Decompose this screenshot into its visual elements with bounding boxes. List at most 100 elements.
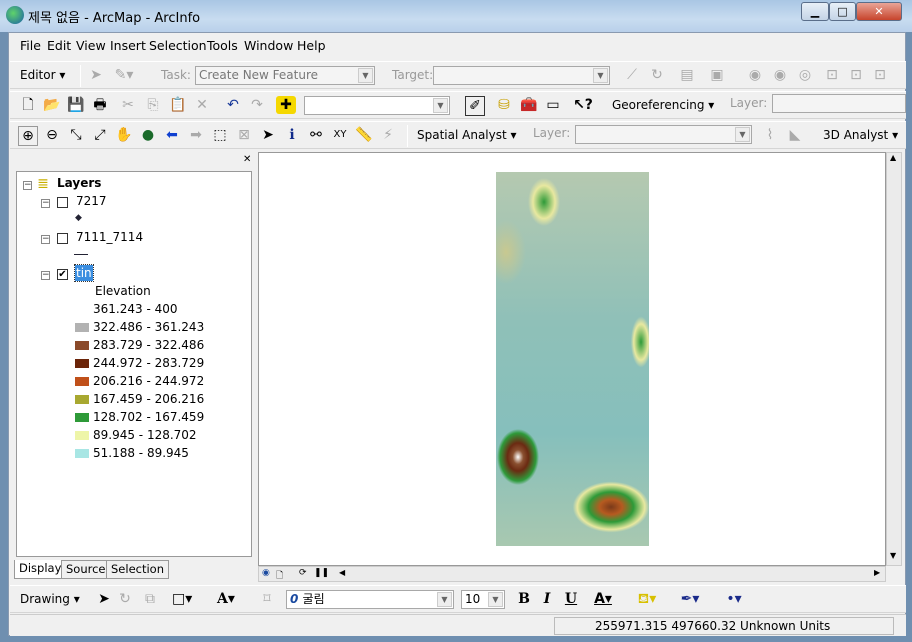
menu-tools[interactable]: Tools	[207, 38, 238, 53]
fill-color-icon[interactable]: ⛾▾	[637, 590, 657, 608]
select-features-icon[interactable]: ⬚	[210, 126, 230, 144]
print-icon[interactable]: 🖶	[90, 96, 110, 114]
map-view[interactable]	[258, 152, 886, 566]
legend-swatch[interactable]	[75, 341, 89, 350]
open-icon[interactable]: 📂	[42, 96, 62, 114]
topology-icon-1[interactable]: ◉	[745, 66, 765, 84]
scroll-left-icon[interactable]: ◀	[339, 568, 345, 577]
editor-toolbar-toggle-icon[interactable]: ✐	[465, 96, 485, 116]
extent-icon-3[interactable]: ⊡	[870, 66, 890, 84]
zoom-in-icon[interactable]: ⊕	[18, 126, 38, 146]
topology-icon-2[interactable]: ◉	[770, 66, 790, 84]
tab-display[interactable]: Display	[14, 560, 67, 579]
go-to-xy-icon[interactable]: XY	[330, 126, 350, 144]
undo-icon[interactable]: ↶	[223, 96, 243, 114]
maximize-button[interactable]: □	[829, 2, 856, 21]
measure-icon[interactable]: 📏	[354, 126, 374, 144]
pan-hand-icon[interactable]: ✋	[114, 126, 134, 144]
horizontal-scrollbar[interactable]: ◉ 🗋 ⟳ ❚❚ ◀ ▶	[258, 566, 886, 582]
paste-icon[interactable]: 📋	[168, 96, 188, 114]
layer-7111-7114[interactable]: 7111_7114	[76, 229, 143, 245]
identify-icon[interactable]: ℹ	[282, 126, 302, 144]
layer-tin[interactable]: tin	[74, 264, 94, 282]
command-line-icon[interactable]: ▭	[543, 96, 563, 114]
back-arrow-icon[interactable]: ⬅	[162, 126, 182, 144]
clear-selection-icon[interactable]: ⊠	[234, 126, 254, 144]
layout-view-icon[interactable]: 🗋	[276, 568, 283, 584]
whats-this-help-icon[interactable]: ↖?	[573, 96, 593, 114]
split-tool-icon[interactable]: ⟋	[622, 66, 642, 84]
editor-menu-button[interactable]: Editor ▾	[20, 66, 65, 84]
italic-button[interactable]: I	[537, 590, 557, 608]
toc-close-icon[interactable]: ✕	[243, 154, 251, 165]
delete-icon[interactable]: ✕	[192, 96, 212, 114]
spatial-layer-dropdown[interactable]: ▼	[575, 125, 752, 144]
legend-swatch[interactable]	[75, 359, 89, 368]
layer-7217[interactable]: 7217	[76, 193, 107, 209]
legend-swatch[interactable]	[75, 413, 89, 422]
legend-swatch[interactable]	[75, 449, 89, 458]
refresh-icon[interactable]: ⟳	[299, 568, 307, 578]
arctoolbox-icon[interactable]: 🧰	[519, 96, 539, 114]
find-binoculars-icon[interactable]: ⚯	[306, 126, 326, 144]
zoom-to-selected-icon[interactable]: ⧉	[140, 590, 160, 608]
pause-drawing-icon[interactable]: ❚❚	[314, 568, 329, 578]
copy-icon[interactable]: ⎘	[143, 96, 163, 114]
add-data-icon[interactable]: ✚	[276, 96, 296, 114]
underline-button[interactable]: U	[561, 590, 581, 608]
layer-checkbox-7217[interactable]	[57, 197, 68, 208]
bold-button[interactable]: B	[514, 590, 534, 608]
topology-icon-3[interactable]: ◎	[795, 66, 815, 84]
save-icon[interactable]: 💾	[66, 96, 86, 114]
histogram-icon[interactable]: ◣	[785, 126, 805, 144]
line-color-icon[interactable]: ✒▾	[680, 590, 700, 608]
3d-analyst-menu[interactable]: 3D Analyst ▾	[823, 126, 898, 144]
task-dropdown[interactable]: Create New Feature ▼	[195, 66, 375, 85]
drawing-menu[interactable]: Drawing ▾	[20, 590, 80, 608]
layer-checkbox-7111-7114[interactable]	[57, 233, 68, 244]
rectangle-tool-icon[interactable]: □▾	[172, 590, 192, 608]
extent-icon-1[interactable]: ⊡	[822, 66, 842, 84]
sketch-properties-icon[interactable]: ▣	[707, 66, 727, 84]
menu-view[interactable]: View	[76, 38, 106, 53]
attributes-icon[interactable]: ▤	[677, 66, 697, 84]
select-elements-arrow-icon[interactable]: ➤	[258, 126, 278, 144]
edit-vertices-icon[interactable]: ⌑	[257, 590, 277, 608]
legend-swatch[interactable]	[75, 431, 89, 440]
zoom-out-icon[interactable]: ⊖	[42, 126, 62, 144]
tab-selection[interactable]: Selection	[106, 560, 169, 579]
extent-icon-2[interactable]: ⊡	[846, 66, 866, 84]
map-scale-dropdown[interactable]: ▼	[304, 96, 450, 115]
menu-edit[interactable]: Edit	[47, 38, 71, 53]
georeferencing-menu[interactable]: Georeferencing ▾	[612, 96, 714, 114]
select-elements-icon[interactable]: ➤	[94, 590, 114, 608]
menu-file[interactable]: File	[20, 38, 41, 53]
menu-help[interactable]: Help	[297, 38, 326, 53]
data-view-icon[interactable]: ◉	[262, 568, 270, 578]
hyperlink-lightning-icon[interactable]: ⚡	[378, 126, 398, 144]
font-color-icon[interactable]: A▾	[593, 590, 613, 608]
tab-source[interactable]: Source	[61, 560, 111, 579]
menu-insert[interactable]: Insert	[110, 38, 146, 53]
sketch-tool-icon[interactable]: ✎▾	[114, 66, 134, 84]
edit-tool-icon[interactable]: ➤	[86, 66, 106, 84]
fixed-zoom-out-icon[interactable]: ⤢	[90, 126, 110, 144]
marker-color-icon[interactable]: •▾	[724, 590, 744, 608]
legend-swatch[interactable]	[75, 323, 89, 332]
legend-swatch[interactable]	[75, 305, 89, 314]
minimize-button[interactable]: ▁	[801, 2, 829, 21]
data-frame-layers[interactable]: Layers	[57, 175, 101, 191]
new-document-icon[interactable]: 🗋	[18, 96, 38, 114]
font-size-dropdown[interactable]: 10 ▼	[461, 590, 505, 609]
cut-icon[interactable]: ✂	[118, 96, 138, 114]
collapse-icon[interactable]: −	[41, 199, 50, 208]
spatial-analyst-menu[interactable]: Spatial Analyst ▾	[417, 126, 517, 144]
collapse-icon[interactable]: −	[41, 235, 50, 244]
rotate-element-icon[interactable]: ↻	[115, 590, 135, 608]
arccatalog-icon[interactable]: ⛁	[494, 96, 514, 114]
forward-arrow-icon[interactable]: ➡	[186, 126, 206, 144]
menu-window[interactable]: Window	[244, 38, 293, 53]
collapse-icon[interactable]: −	[41, 271, 50, 280]
rotate-tool-icon[interactable]: ↻	[647, 66, 667, 84]
legend-swatch[interactable]	[75, 377, 89, 386]
